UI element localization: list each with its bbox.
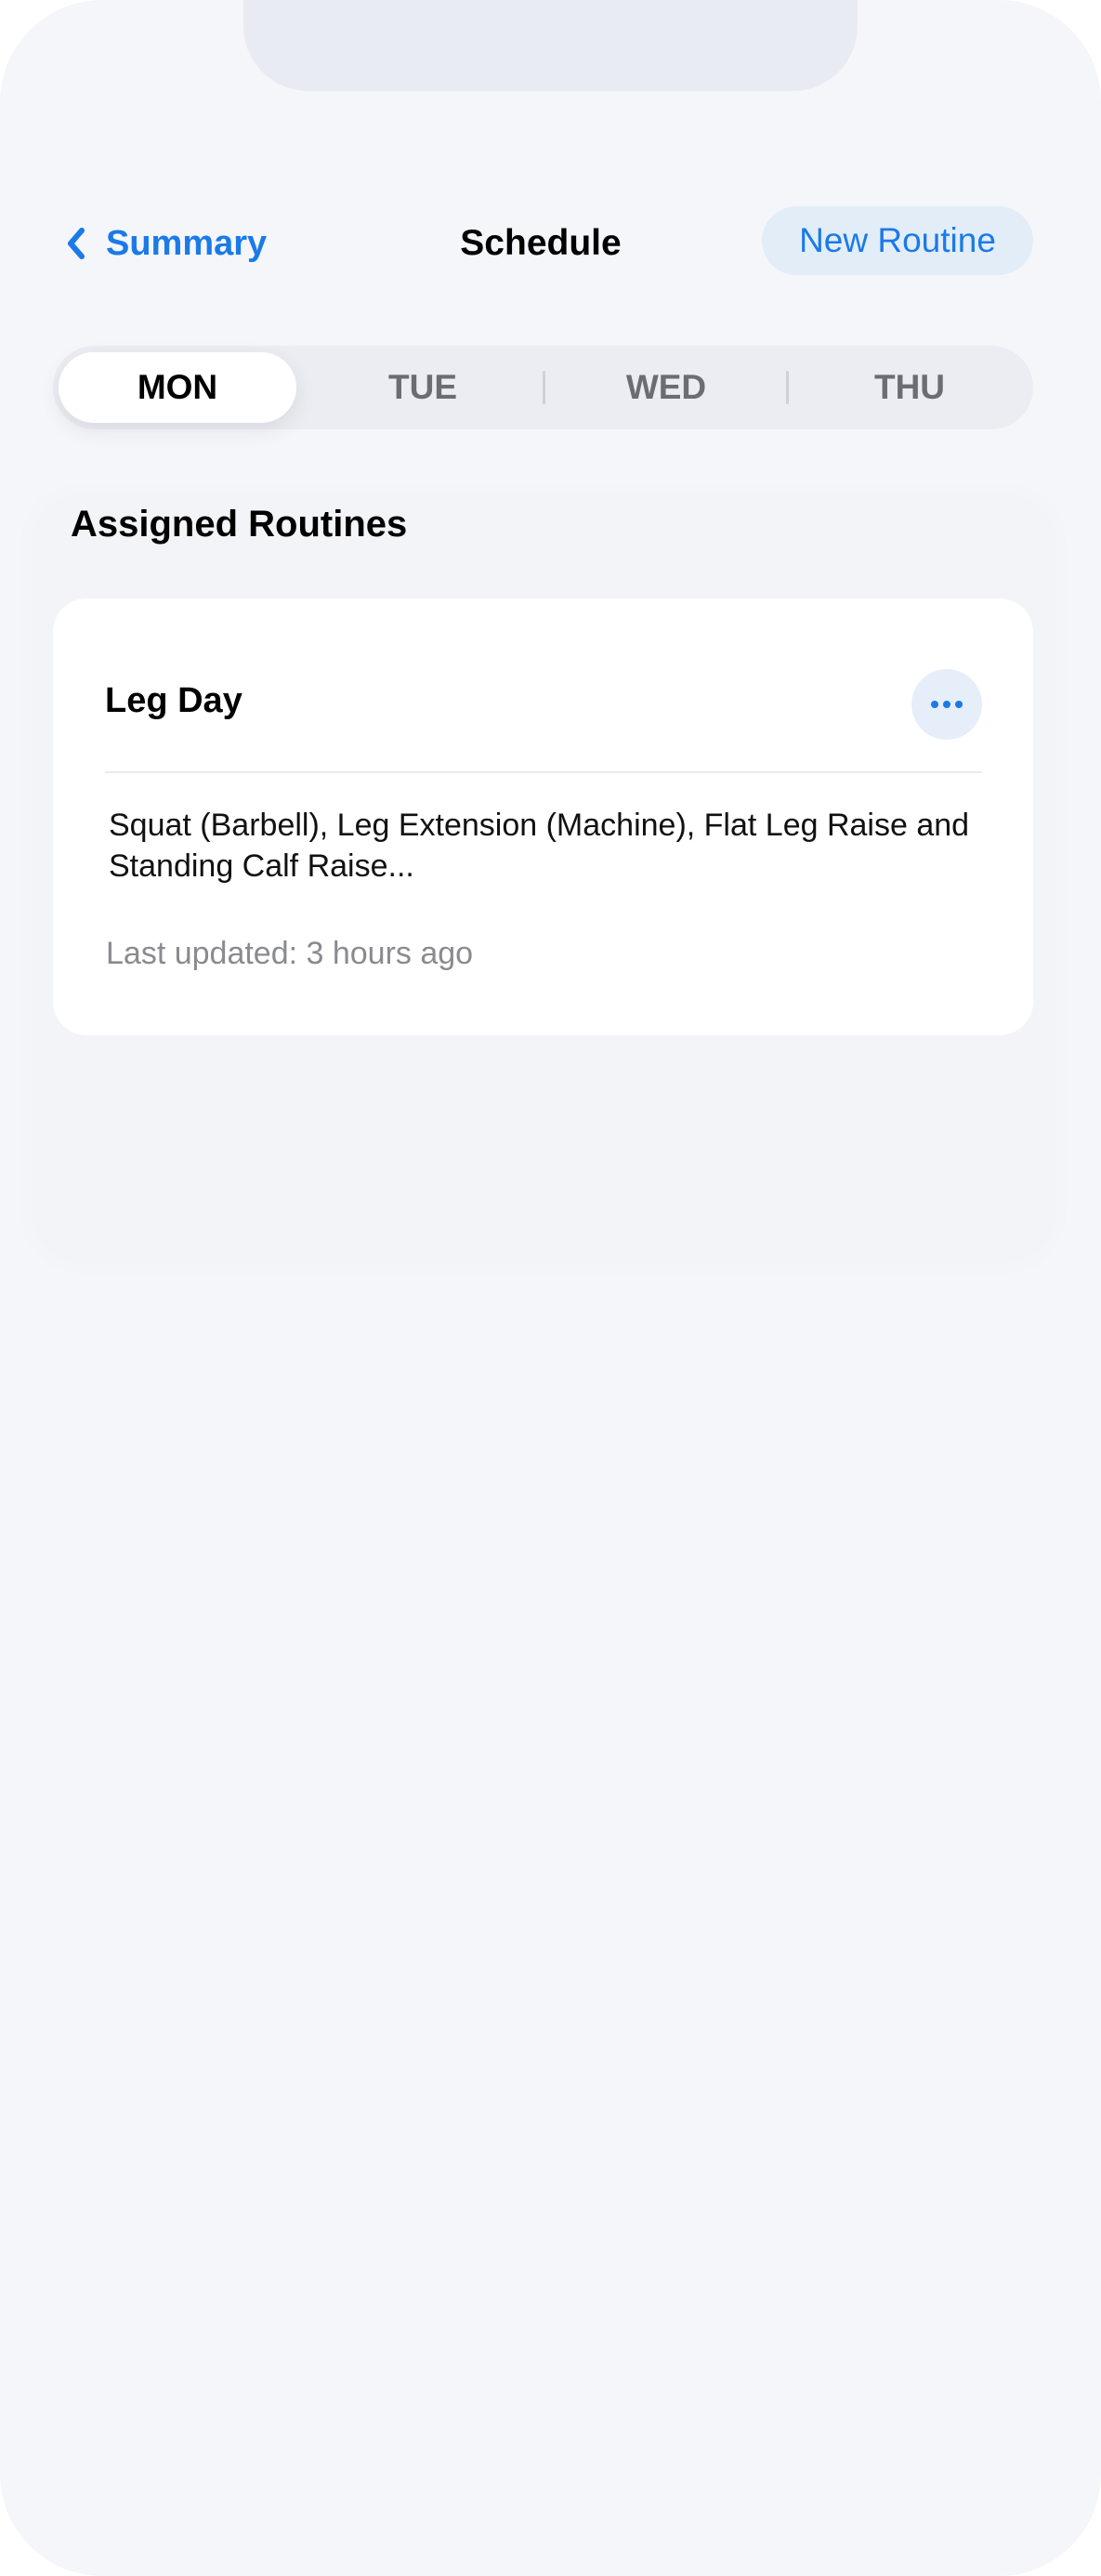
day-tab-tue[interactable]: TUE — [304, 346, 542, 429]
routine-exercises: Squat (Barbell), Leg Extension (Machine)… — [109, 808, 970, 884]
routine-card[interactable]: Leg Day Squat (Barbell), Leg Extension (… — [53, 598, 1033, 1035]
back-button[interactable]: Summary — [63, 216, 267, 271]
chevron-left-icon — [63, 225, 87, 262]
day-tab-wed[interactable]: WED — [547, 346, 785, 429]
segment-divider — [786, 371, 789, 404]
day-segmented-control: MON TUE WED THU — [53, 346, 1033, 429]
phone-screen: Summary Schedule New Routine MON TUE WED… — [0, 0, 1101, 2576]
card-divider — [105, 771, 982, 773]
routine-last-updated: Last updated: 3 hours ago — [106, 936, 474, 971]
page-title: Schedule — [460, 223, 622, 263]
more-options-button[interactable] — [911, 669, 982, 740]
segment-divider — [543, 371, 545, 404]
routine-name: Leg Day — [105, 681, 242, 720]
ellipsis-icon — [911, 669, 982, 740]
section-title: Assigned Routines — [71, 504, 408, 545]
day-tab-thu[interactable]: THU — [791, 346, 1029, 429]
day-tab-mon[interactable]: MON — [59, 352, 296, 423]
new-routine-button[interactable]: New Routine — [762, 206, 1033, 275]
back-label: Summary — [106, 223, 268, 263]
device-notch — [243, 0, 858, 91]
